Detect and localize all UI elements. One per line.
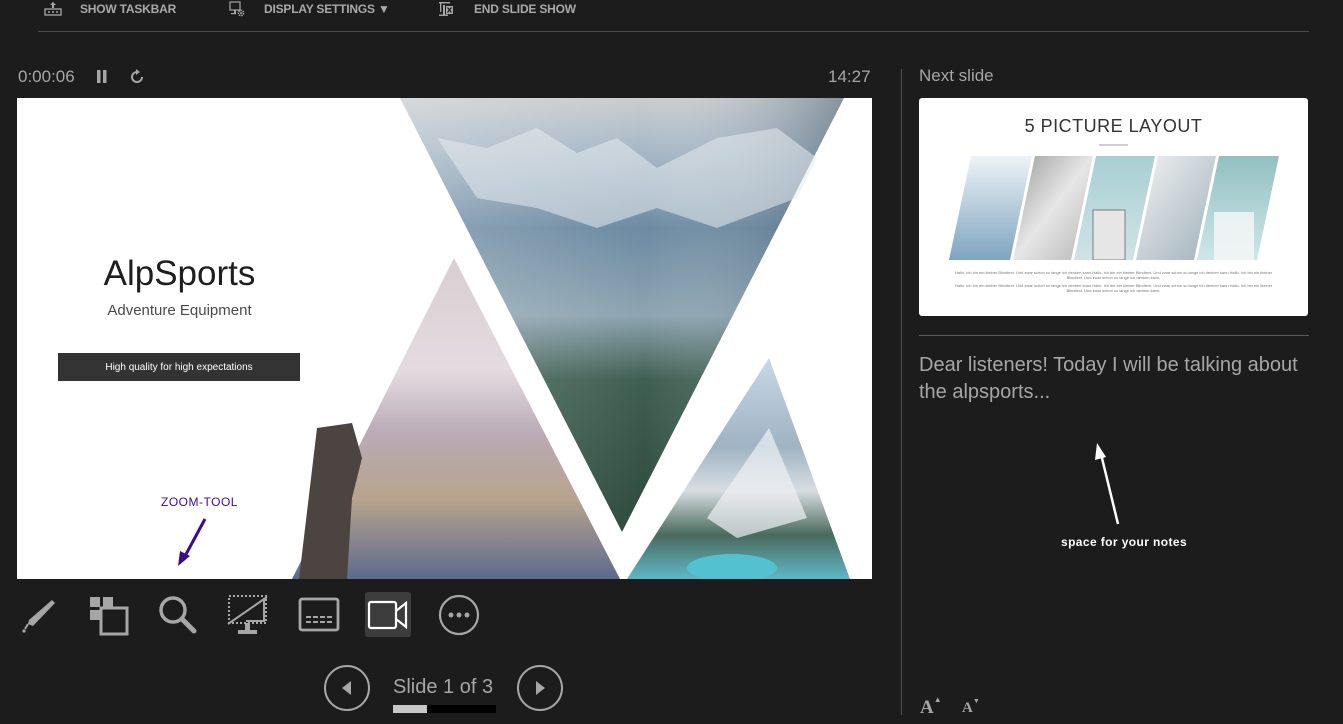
taskbar-icon <box>44 2 62 16</box>
next-slide-label: Next slide <box>919 66 994 85</box>
subtitles-icon <box>298 597 339 631</box>
triangle-right-icon <box>536 681 545 695</box>
toolbar-divider <box>38 31 1309 32</box>
decrease-font-label: A <box>962 700 973 716</box>
mountain-collage-image <box>292 98 850 579</box>
more-options-button[interactable] <box>436 592 481 637</box>
speaker-notes[interactable]: Dear listeners! Today I will be talking … <box>919 352 1299 406</box>
display-settings-icon <box>229 1 245 17</box>
slide-tagline: High quality for high expectations <box>58 353 300 381</box>
architecture-photo-strip <box>949 156 1279 260</box>
zoom-into-slide-button[interactable] <box>155 592 200 637</box>
next-slide-button[interactable] <box>517 665 563 711</box>
camera-icon <box>367 600 408 629</box>
camera-toggle-button[interactable] <box>365 592 411 637</box>
magnifier-icon <box>158 595 196 633</box>
show-taskbar-button[interactable]: SHOW TASKBAR <box>44 0 176 18</box>
end-slide-show-label: END SLIDE SHOW <box>474 2 576 16</box>
more-icon <box>438 594 479 635</box>
restart-icon <box>131 69 143 83</box>
next-slide-body-2: Hallo. Ich bin ein kleiner Blindtext. Un… <box>954 283 1273 293</box>
end-slide-show-button[interactable]: END SLIDE SHOW <box>438 0 576 18</box>
end-show-icon <box>439 2 453 16</box>
caret-up-icon: ▲ <box>933 695 942 704</box>
notes-annotation-arrow-icon <box>1095 443 1120 525</box>
current-slide[interactable]: AlpSports Adventure Equipment High quali… <box>17 98 872 579</box>
show-taskbar-label: SHOW TASKBAR <box>80 2 177 16</box>
elapsed-timer: 0:00:06 <box>18 67 75 86</box>
next-slide-title-rule <box>1099 144 1128 146</box>
slide-counter[interactable]: Slide 1 of 3 <box>393 676 493 699</box>
annotation-arrow-icon <box>178 518 207 566</box>
triangle-left-icon <box>342 681 351 695</box>
current-time: 14:27 <box>828 67 871 86</box>
zoom-tool-annotation: ZOOM-TOOL <box>161 495 238 509</box>
next-slide-thumbnail[interactable]: 5 PICTURE LAYOUT Hallo. Ich bin ein klei… <box>919 98 1308 316</box>
restart-timer-button[interactable] <box>129 69 145 90</box>
pause-timer-button[interactable] <box>96 69 108 89</box>
screen-off-icon <box>226 594 268 634</box>
black-screen-button[interactable] <box>225 592 270 637</box>
display-settings-button[interactable]: DISPLAY SETTINGS ▼ <box>229 0 390 18</box>
pen-icon <box>21 599 55 633</box>
caret-down-icon: ▼ <box>972 697 980 705</box>
display-settings-label: DISPLAY SETTINGS ▼ <box>264 2 390 16</box>
next-slide-body-1: Hallo. Ich bin ein kleiner Blindtext. Un… <box>954 270 1273 280</box>
slide-progress-fill <box>393 705 427 713</box>
slide-title: AlpSports <box>103 254 256 293</box>
slides-grid-icon <box>89 596 128 635</box>
next-slide-title: 5 PICTURE LAYOUT <box>1024 116 1203 136</box>
pen-tool-button[interactable] <box>16 592 61 637</box>
notes-divider <box>919 335 1309 336</box>
increase-font-label: A <box>920 697 934 718</box>
slide-progress-bar <box>393 705 496 713</box>
toggle-subtitles-button[interactable] <box>296 592 341 637</box>
pane-divider[interactable] <box>901 69 902 715</box>
pause-icon <box>97 70 107 83</box>
previous-slide-button[interactable] <box>324 665 370 711</box>
slide-subtitle: Adventure Equipment <box>107 302 252 319</box>
notes-annotation: space for your notes <box>1061 535 1188 549</box>
see-all-slides-button[interactable] <box>85 592 130 637</box>
increase-font-button[interactable]: A▲ <box>920 695 942 719</box>
decrease-font-button[interactable]: A▼ <box>962 697 980 717</box>
